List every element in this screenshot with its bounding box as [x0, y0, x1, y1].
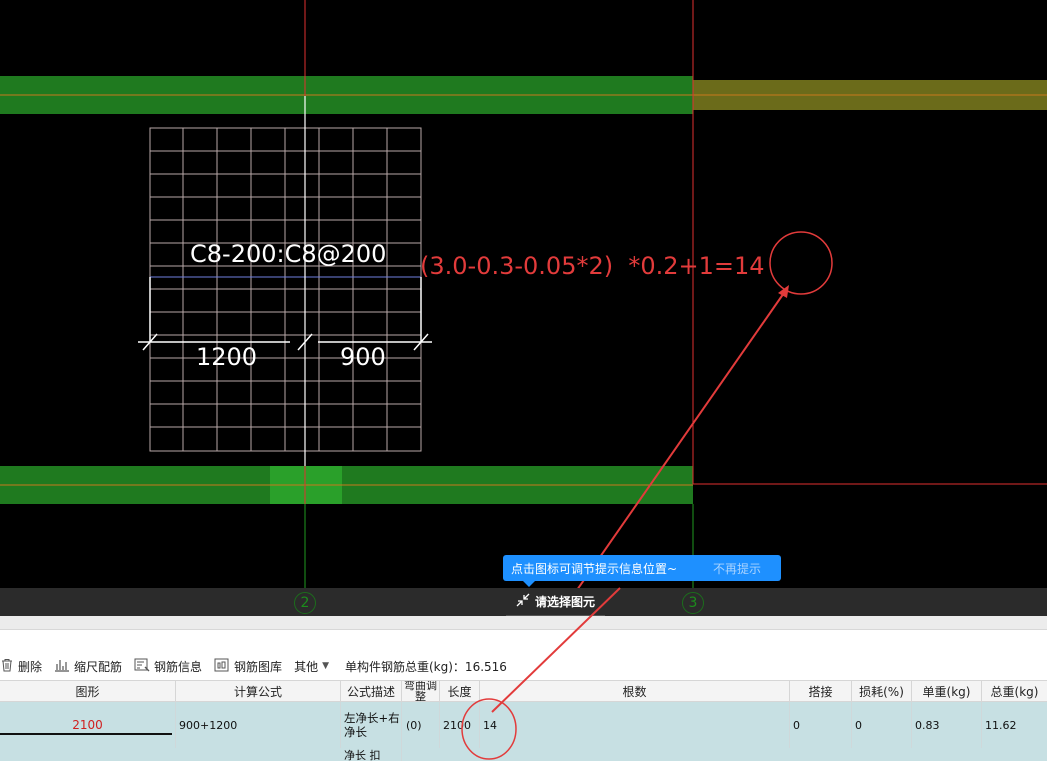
col-header-shape[interactable]: 图形 — [0, 681, 176, 701]
col-header-lap[interactable]: 搭接 — [790, 681, 852, 701]
cell-loss[interactable]: 0 — [852, 702, 912, 748]
col-header-formula[interactable]: 计算公式 — [176, 681, 341, 701]
delete-button[interactable]: 删除 — [0, 658, 42, 675]
select-element-label: 请选择图元 — [534, 595, 595, 609]
select-element-button[interactable]: 请选择图元 — [506, 588, 605, 618]
app-window: C8-200:C8@200 1200 900 (3.0-0.3-0.05*2) … — [0, 0, 1047, 761]
other-dropdown[interactable]: 其他 ▼ — [294, 658, 329, 675]
cad-canvas[interactable]: C8-200:C8@200 1200 900 (3.0-0.3-0.05*2) … — [0, 0, 1047, 588]
collapse-arrows-icon — [516, 593, 530, 610]
rebar-library-label: 钢筋图库 — [234, 659, 283, 674]
table-row[interactable]: 2100 900+1200 左净长+右净长 (0) 2100 14 0 0 0.… — [0, 702, 1047, 748]
annotation-arrow — [577, 289, 787, 588]
rebar-info-button[interactable]: 钢筋信息 — [134, 658, 202, 675]
col-header-loss[interactable]: 损耗(%) — [852, 681, 912, 701]
tooltip-tail — [523, 581, 535, 587]
col-header-description[interactable]: 公式描述 — [341, 681, 402, 701]
chevron-down-icon: ▼ — [322, 661, 329, 671]
shape-baseline — [0, 733, 172, 735]
total-weight-label: 单构件钢筋总重(kg)：16.516 — [345, 659, 507, 674]
dont-show-again-link[interactable]: 不再提示 — [713, 560, 761, 577]
rebar-detail-panel: 删除 缩尺配筋 钢筋信息 钢筋图库 其他 ▼ 单构件钢筋总重(kg)：16.51… — [0, 616, 1047, 761]
formula-annotation: (3.0-0.3-0.05*2) *0.2+1=14 — [420, 252, 765, 280]
cell-length[interactable]: 2100 — [440, 702, 480, 748]
trash-icon — [0, 658, 14, 675]
scale-rebar-button[interactable]: 缩尺配筋 — [54, 658, 122, 675]
table-row[interactable]: 净长 扣 — [0, 748, 1047, 761]
col-header-unit-weight[interactable]: 单重(kg) — [912, 681, 982, 701]
cell-shape[interactable]: 2100 — [0, 702, 176, 748]
other-label: 其他 — [294, 659, 319, 674]
rebar-info-label: 钢筋信息 — [154, 659, 203, 674]
cell-description[interactable]: 左净长+右净长 — [341, 702, 402, 748]
rebar-label: C8-200:C8@200 — [190, 240, 386, 268]
cell-bend-adjust[interactable]: (0) — [402, 702, 440, 748]
annotation-circle-top — [769, 231, 833, 295]
delete-label: 删除 — [18, 659, 43, 674]
rebar-grid — [149, 127, 422, 452]
info-list-icon — [134, 658, 150, 675]
annotation-arrowhead — [778, 285, 789, 298]
cell-total-weight[interactable]: 11.62 — [982, 702, 1047, 748]
col-header-count[interactable]: 根数 — [480, 681, 790, 701]
panel-splitter[interactable] — [0, 616, 1047, 630]
cell-count[interactable]: 14 — [480, 702, 790, 748]
col-header-bend-adjust[interactable]: 弯曲调整 — [402, 681, 440, 701]
cell-formula[interactable]: 900+1200 — [176, 702, 341, 748]
dimension-right: 900 — [340, 343, 386, 371]
cell-lap[interactable]: 0 — [790, 702, 852, 748]
bar-chart-icon — [54, 658, 70, 675]
rebar-table-header: 图形 计算公式 公式描述 弯曲调整 长度 根数 搭接 损耗(%) 单重(kg) … — [0, 680, 1047, 702]
col-header-total-weight[interactable]: 总重(kg) — [982, 681, 1047, 701]
cell-description[interactable]: 净长 扣 — [341, 748, 402, 761]
hint-tooltip[interactable]: 点击图标可调节提示信息位置~ 不再提示 — [503, 555, 781, 587]
cell-unit-weight[interactable]: 0.83 — [912, 702, 982, 748]
dimension-left: 1200 — [196, 343, 257, 371]
cad-drawing: C8-200:C8@200 1200 900 (3.0-0.3-0.05*2) … — [0, 0, 1047, 588]
axis-marker-2: 2 — [294, 592, 316, 614]
scale-rebar-label: 缩尺配筋 — [74, 659, 123, 674]
rebar-library-button[interactable]: 钢筋图库 — [214, 658, 282, 675]
rebar-toolbar: 删除 缩尺配筋 钢筋信息 钢筋图库 其他 ▼ 单构件钢筋总重(kg)：16.51… — [0, 654, 1047, 678]
hint-message: 点击图标可调节提示信息位置~ — [511, 561, 678, 576]
col-header-length[interactable]: 长度 — [440, 681, 480, 701]
axis-marker-3: 3 — [682, 592, 704, 614]
library-icon — [214, 658, 230, 675]
